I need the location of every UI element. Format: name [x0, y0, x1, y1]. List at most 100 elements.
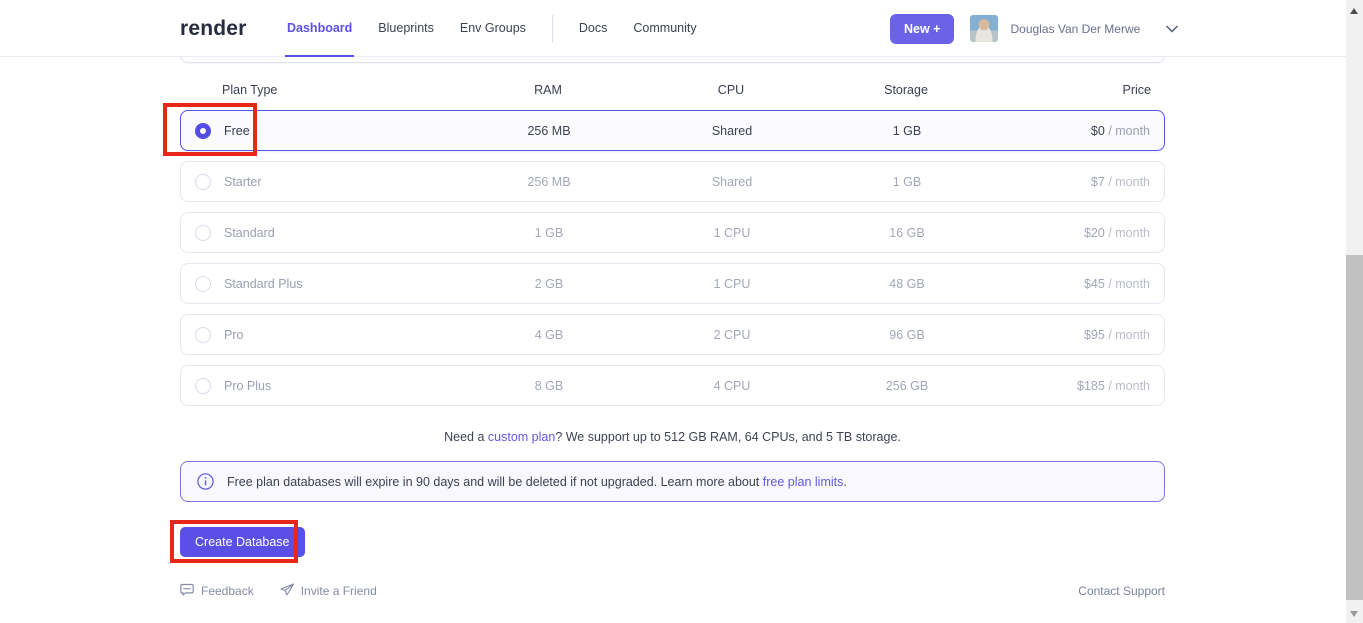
plan-table-body: Free 256 MB Shared 1 GB $0 / month Start…: [180, 110, 1165, 416]
plan-name: Free: [224, 124, 250, 138]
price-value: $7: [1091, 175, 1105, 189]
plan-row-starter[interactable]: Starter 256 MB Shared 1 GB $7 / month: [180, 161, 1165, 202]
scrollbar-down-arrow-icon[interactable]: [1350, 611, 1358, 617]
price-period: / month: [1108, 277, 1150, 291]
nav-item-env-groups[interactable]: Env Groups: [460, 0, 526, 57]
render-dashboard-page: render Dashboard Blueprints Env Groups D…: [0, 0, 1363, 623]
top-right-cluster: New + Douglas Van Der Merwe: [890, 0, 1178, 57]
create-database-button[interactable]: Create Database: [180, 527, 305, 557]
plan-cell: Standard Plus: [181, 276, 429, 292]
plan-cpu: 1 CPU: [669, 277, 795, 291]
plan-ram: 4 GB: [429, 328, 669, 342]
render-logo[interactable]: render: [180, 0, 247, 57]
plan-ram: 256 MB: [429, 175, 669, 189]
plan-storage: 16 GB: [795, 226, 1019, 240]
custom-plan-link[interactable]: custom plan: [488, 430, 555, 444]
plan-cell: Starter: [181, 174, 429, 190]
plan-price: $0 / month: [1019, 124, 1164, 138]
plan-storage: 256 GB: [795, 379, 1019, 393]
plan-row-pro-plus[interactable]: Pro Plus 8 GB 4 CPU 256 GB $185 / month: [180, 365, 1165, 406]
free-plan-notice: Free plan databases will expire in 90 da…: [180, 461, 1165, 502]
feedback-label: Feedback: [201, 584, 254, 598]
plan-price: $7 / month: [1019, 175, 1164, 189]
nav-item-blueprints[interactable]: Blueprints: [378, 0, 434, 57]
plan-storage: 1 GB: [795, 124, 1019, 138]
plan-ram: 1 GB: [429, 226, 669, 240]
user-name[interactable]: Douglas Van Der Merwe: [1010, 22, 1140, 36]
plan-name: Standard: [224, 226, 275, 240]
invite-friend-label: Invite a Friend: [301, 584, 377, 598]
plan-ram: 2 GB: [429, 277, 669, 291]
create-database-wrap: Create Database: [180, 527, 305, 557]
plan-cell: Pro: [181, 327, 429, 343]
column-header-cpu: CPU: [668, 83, 794, 97]
plan-cell: Pro Plus: [181, 378, 429, 394]
price-period: / month: [1108, 226, 1150, 240]
plan-name: Standard Plus: [224, 277, 303, 291]
plan-row-standard-plus[interactable]: Standard Plus 2 GB 1 CPU 48 GB $45 / mon…: [180, 263, 1165, 304]
paper-plane-icon: [280, 583, 295, 600]
price-value: $95: [1084, 328, 1105, 342]
custom-plan-line: Need a custom plan? We support up to 512…: [180, 430, 1165, 444]
scrollbar-thumb[interactable]: [1346, 255, 1363, 600]
invite-friend-link[interactable]: Invite a Friend: [280, 583, 377, 600]
nav-item-docs[interactable]: Docs: [579, 0, 607, 57]
plan-storage: 1 GB: [795, 175, 1019, 189]
plan-cell: Standard: [181, 225, 429, 241]
plan-storage: 96 GB: [795, 328, 1019, 342]
price-period: / month: [1108, 379, 1150, 393]
plan-table-header: Plan Type RAM CPU Storage Price: [180, 83, 1165, 97]
scrollbar-up-arrow-icon[interactable]: [1350, 8, 1358, 14]
plan-radio[interactable]: [195, 276, 211, 292]
plan-row-pro[interactable]: Pro 4 GB 2 CPU 96 GB $95 / month: [180, 314, 1165, 355]
plan-cpu: 4 CPU: [669, 379, 795, 393]
plan-cpu: Shared: [669, 124, 795, 138]
plan-row-free[interactable]: Free 256 MB Shared 1 GB $0 / month: [180, 110, 1165, 151]
plan-storage: 48 GB: [795, 277, 1019, 291]
price-value: $0: [1091, 124, 1105, 138]
feedback-icon: [180, 583, 195, 600]
new-button[interactable]: New +: [890, 14, 954, 44]
plan-radio[interactable]: [195, 327, 211, 343]
plan-cpu: 2 CPU: [669, 328, 795, 342]
info-icon: [197, 473, 214, 490]
plan-price: $20 / month: [1019, 226, 1164, 240]
nav-item-community[interactable]: Community: [633, 0, 696, 57]
notice-text: Free plan databases will expire in 90 da…: [227, 475, 847, 489]
column-header-plan-type: Plan Type: [180, 83, 428, 97]
plan-name: Pro Plus: [224, 379, 271, 393]
plan-cell: Free: [181, 123, 429, 139]
user-avatar[interactable]: [970, 15, 998, 42]
nav-item-dashboard[interactable]: Dashboard: [287, 0, 352, 57]
plan-cpu: Shared: [669, 175, 795, 189]
top-navigation-bar: render Dashboard Blueprints Env Groups D…: [0, 0, 1346, 57]
free-plan-limits-link[interactable]: free plan limits: [763, 475, 844, 489]
plan-radio[interactable]: [195, 174, 211, 190]
plan-price: $185 / month: [1019, 379, 1164, 393]
price-value: $20: [1084, 226, 1105, 240]
primary-nav: Dashboard Blueprints Env Groups Docs Com…: [287, 0, 697, 57]
price-value: $45: [1084, 277, 1105, 291]
price-period: / month: [1108, 175, 1150, 189]
notice-pre: Free plan databases will expire in 90 da…: [227, 475, 763, 489]
feedback-link[interactable]: Feedback: [180, 583, 254, 600]
notice-post: .: [843, 475, 846, 489]
plan-radio[interactable]: [195, 123, 211, 139]
vertical-scrollbar[interactable]: [1346, 0, 1363, 623]
custom-plan-post: ? We support up to 512 GB RAM, 64 CPUs, …: [555, 430, 901, 444]
plan-price: $95 / month: [1019, 328, 1164, 342]
plan-ram: 256 MB: [429, 124, 669, 138]
price-value: $185: [1077, 379, 1105, 393]
column-header-storage: Storage: [794, 83, 1018, 97]
plan-radio[interactable]: [195, 378, 211, 394]
plan-ram: 8 GB: [429, 379, 669, 393]
nav-divider: [552, 15, 553, 43]
custom-plan-pre: Need a: [444, 430, 488, 444]
column-header-ram: RAM: [428, 83, 668, 97]
column-header-price: Price: [1018, 83, 1165, 97]
chevron-down-icon[interactable]: [1166, 25, 1178, 33]
contact-support-link[interactable]: Contact Support: [1078, 584, 1165, 598]
plan-row-standard[interactable]: Standard 1 GB 1 CPU 16 GB $20 / month: [180, 212, 1165, 253]
page-footer: Feedback Invite a Friend Contact Support: [180, 582, 1165, 600]
plan-radio[interactable]: [195, 225, 211, 241]
